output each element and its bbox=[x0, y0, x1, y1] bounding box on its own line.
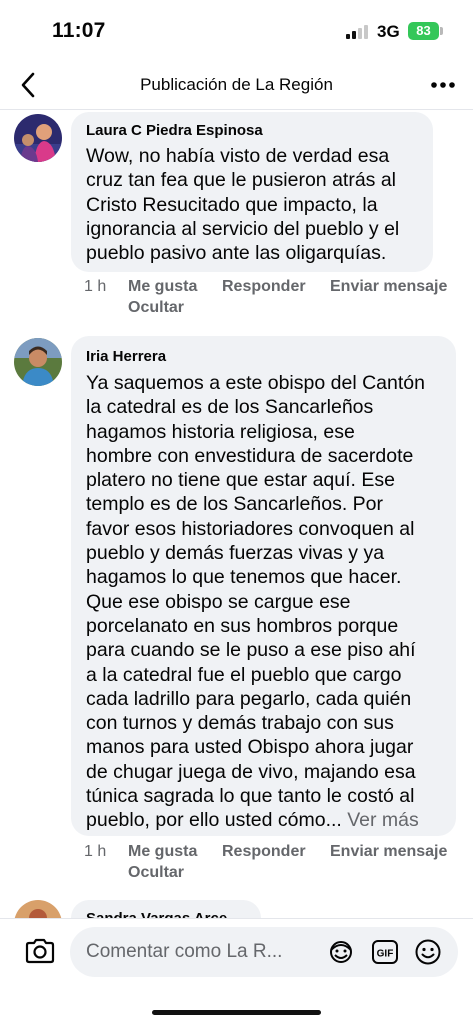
comment-author[interactable]: Laura C Piedra Espinosa bbox=[86, 122, 263, 139]
battery-cap bbox=[440, 27, 443, 35]
comment-text: Ya saquemos a este obispo del Cantón la … bbox=[86, 372, 425, 832]
like-button[interactable]: Me gusta bbox=[128, 278, 197, 296]
battery-icon: 83 bbox=[408, 22, 439, 40]
comment-input[interactable]: Comentar como La R... GIF bbox=[70, 927, 458, 977]
more-horizontal-icon bbox=[431, 82, 455, 88]
avatar-sticker-icon bbox=[330, 941, 352, 963]
gif-button[interactable]: GIF bbox=[371, 939, 399, 965]
header: Publicación de La Región bbox=[0, 60, 473, 110]
like-button[interactable]: Me gusta bbox=[128, 843, 197, 861]
gif-icon: GIF bbox=[372, 940, 398, 964]
home-indicator bbox=[152, 1010, 321, 1015]
reply-button[interactable]: Responder bbox=[222, 843, 306, 861]
comment-composer: Comentar como La R... GIF bbox=[0, 918, 473, 1024]
comment-placeholder: Comentar como La R... bbox=[86, 941, 283, 962]
comments-feed[interactable]: Laura C Piedra Espinosa Wow, no había vi… bbox=[0, 110, 473, 918]
signal-icon bbox=[346, 24, 370, 39]
avatar[interactable] bbox=[14, 900, 62, 918]
emoji-icon bbox=[415, 939, 441, 965]
status-bar: 11:07 3G 83 bbox=[0, 0, 473, 60]
comment-time: 1 h bbox=[84, 843, 107, 860]
avatar-sticker-button[interactable] bbox=[326, 938, 356, 966]
see-more-link[interactable]: Ver más bbox=[347, 809, 419, 831]
avatar[interactable] bbox=[14, 338, 62, 386]
page-title: Publicación de La Región bbox=[140, 75, 333, 94]
send-message-button[interactable]: Enviar mensaje bbox=[330, 278, 447, 296]
network-type: 3G bbox=[377, 22, 400, 41]
camera-icon bbox=[25, 938, 55, 964]
send-message-button[interactable]: Enviar mensaje bbox=[330, 843, 447, 861]
camera-button[interactable] bbox=[24, 937, 56, 965]
comment-author[interactable]: Iria Herrera bbox=[86, 348, 166, 365]
comment-text: Wow, no había visto de verdad esa cruz t… bbox=[86, 145, 400, 265]
svg-text:GIF: GIF bbox=[377, 949, 394, 960]
comment-time: 1 h bbox=[84, 278, 107, 295]
hide-button[interactable]: Ocultar bbox=[128, 864, 184, 882]
last-line: pueblo, por ello usted cómo... Ver más bbox=[86, 809, 419, 832]
emoji-button[interactable] bbox=[414, 938, 442, 966]
comment-author[interactable]: Sandra Vargas Arce bbox=[86, 910, 227, 918]
more-options-button[interactable] bbox=[426, 72, 460, 98]
avatar[interactable] bbox=[14, 114, 62, 162]
hide-button[interactable]: Ocultar bbox=[128, 299, 184, 317]
reply-button[interactable]: Responder bbox=[222, 278, 306, 296]
status-time: 11:07 bbox=[52, 19, 106, 42]
